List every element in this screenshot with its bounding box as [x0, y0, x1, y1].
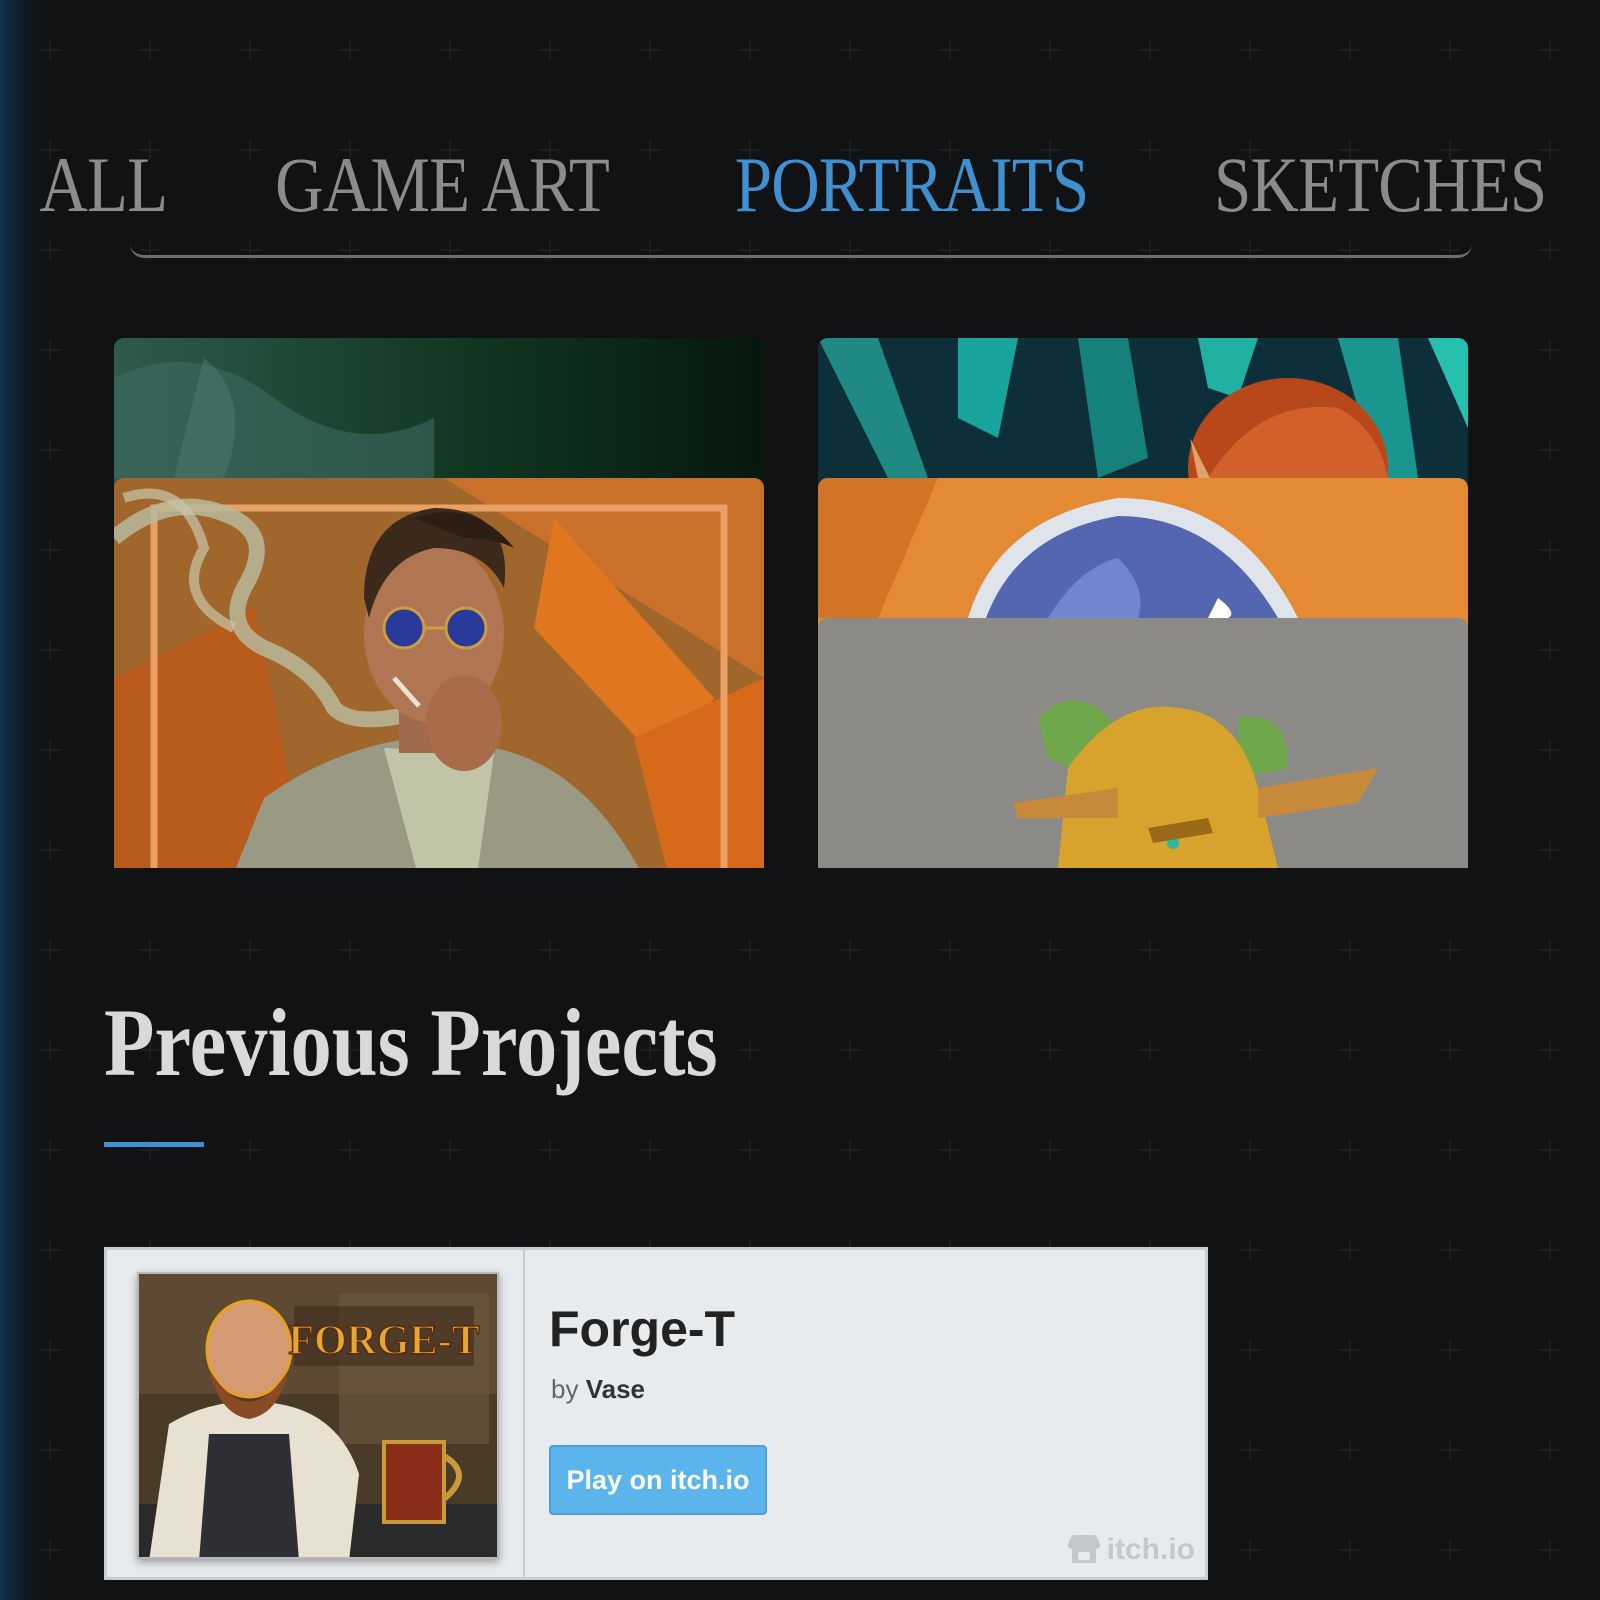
gallery-filter-bar: ALL GAME ART PORTRAITS SKETCHES [39, 130, 1547, 258]
elf-gold-hood-image [818, 618, 1468, 868]
section-title-previous-projects: Previous Projects [104, 989, 718, 1096]
itch-embed-widget: FORGE-T Forge-T by Vase Play on itch.io … [104, 1247, 1208, 1580]
smoking-man-image [114, 478, 764, 868]
filter-tab-game-art[interactable]: GAME ART [275, 140, 610, 230]
game-title[interactable]: Forge-T [549, 1300, 735, 1358]
forge-t-cover-image: FORGE-T [139, 1274, 497, 1557]
itch-logo-icon [1067, 1535, 1100, 1563]
filter-tab-all[interactable]: ALL [39, 140, 168, 230]
itch-thumbnail-column: FORGE-T [107, 1250, 525, 1577]
itch-badge[interactable]: itch.io [1067, 1533, 1195, 1567]
filter-tab-sketches[interactable]: SKETCHES [1214, 140, 1547, 230]
left-edge-glow [0, 0, 48, 1600]
cover-logo-text: FORGE-T [288, 1318, 479, 1364]
author-name[interactable]: Vase [586, 1374, 645, 1404]
gallery-card-smoking-man[interactable] [114, 478, 764, 868]
game-author: by Vase [551, 1374, 645, 1405]
author-by-label: by [551, 1374, 579, 1404]
section-title-underline [104, 1142, 204, 1147]
itch-badge-label: itch.io [1106, 1533, 1195, 1566]
itch-game-info: Forge-T by Vase Play on itch.io itch.io [525, 1250, 1205, 1577]
play-on-itch-button[interactable]: Play on itch.io [549, 1445, 767, 1515]
game-cover-thumbnail[interactable]: FORGE-T [137, 1272, 499, 1559]
gallery-card-elf-gold-hood[interactable] [818, 618, 1468, 868]
filter-tab-portraits[interactable]: PORTRAITS [734, 140, 1088, 230]
portrait-gallery [110, 338, 1488, 868]
